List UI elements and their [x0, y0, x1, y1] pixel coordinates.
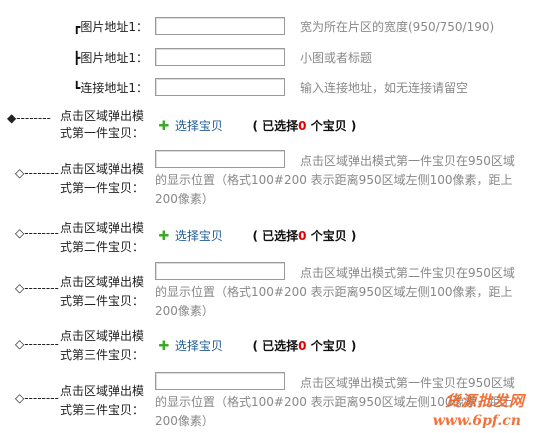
watermark-title: 货源批发网	[444, 392, 525, 410]
popup-item-1-marker: ◆--------	[7, 111, 51, 125]
bracket-top-icon: ┏	[73, 20, 81, 34]
image-url-2-input[interactable]	[155, 48, 285, 66]
plus-icon: ✚	[158, 229, 170, 244]
popup-item-3-label: 点击区域弹出模 式第三件宝贝：	[60, 329, 145, 362]
image-url-1-hint: 宽为所在片区的宽度(950/750/190)	[300, 20, 495, 34]
pos-item-1-marker: ◇--------	[15, 166, 59, 180]
popup-item-3-marker: ◇--------	[15, 337, 59, 351]
popup-item-2-label: 点击区域弹出模 式第二件宝贝：	[60, 221, 145, 254]
pos-item-2-label: 点击区域弹出模 式第二件宝贝：	[60, 275, 145, 308]
plus-icon: ✚	[158, 339, 170, 354]
plus-icon: ✚	[158, 119, 170, 134]
pos-item-1-hint: 点击区域弹出模式第一件宝贝在950区域 的显示位置（格式100#200 表示距离…	[155, 154, 515, 206]
popup-item-1-select-row: ✚ 选择宝贝 ( 已选择0 个宝贝 )	[157, 117, 357, 134]
link-url-1-input[interactable]	[155, 78, 285, 96]
selected-count-1: ( 已选择0 个宝贝 )	[252, 119, 357, 133]
select-item-3-link[interactable]: 选择宝贝	[175, 339, 223, 353]
bracket-bottom-icon: ┗	[73, 81, 81, 95]
image-url-1-label: ┏图片地址1：	[40, 19, 148, 35]
pos-item-3-marker: ◇--------	[15, 391, 59, 405]
popup-item-3-select-row: ✚ 选择宝贝 ( 已选择0 个宝贝 )	[157, 337, 357, 354]
select-item-1-link[interactable]: 选择宝贝	[175, 119, 223, 133]
bracket-middle-icon: ┣	[73, 51, 81, 65]
image-url-1-input[interactable]	[155, 17, 285, 35]
watermark-url: www.6pf.cn	[432, 413, 521, 429]
image-url-2-label: ┣图片地址1：	[40, 50, 148, 66]
select-item-2-link[interactable]: 选择宝贝	[175, 229, 223, 243]
popup-item-2-marker: ◇--------	[15, 226, 59, 240]
pos-item-1-label: 点击区域弹出模 式第一件宝贝：	[60, 162, 145, 195]
popup-item-2-select-row: ✚ 选择宝贝 ( 已选择0 个宝贝 )	[157, 227, 357, 244]
selected-count-2: ( 已选择0 个宝贝 )	[252, 229, 357, 243]
link-url-1-label: ┗连接地址1：	[40, 80, 148, 96]
image-url-2-hint: 小图或者标题	[300, 51, 373, 65]
pos-item-3-label: 点击区域弹出模 式第三件宝贝：	[60, 384, 145, 417]
pos-item-2-marker: ◇--------	[15, 281, 59, 295]
popup-item-1-label: 点击区域弹出模式第一件宝贝：	[60, 109, 145, 140]
link-url-1-hint: 输入连接地址，如无连接请留空	[300, 81, 469, 95]
pos-item-2-hint: 点击区域弹出模式第二件宝贝在950区域 的显示位置（格式100#200 表示距离…	[155, 266, 515, 318]
selected-count-3: ( 已选择0 个宝贝 )	[252, 339, 357, 353]
